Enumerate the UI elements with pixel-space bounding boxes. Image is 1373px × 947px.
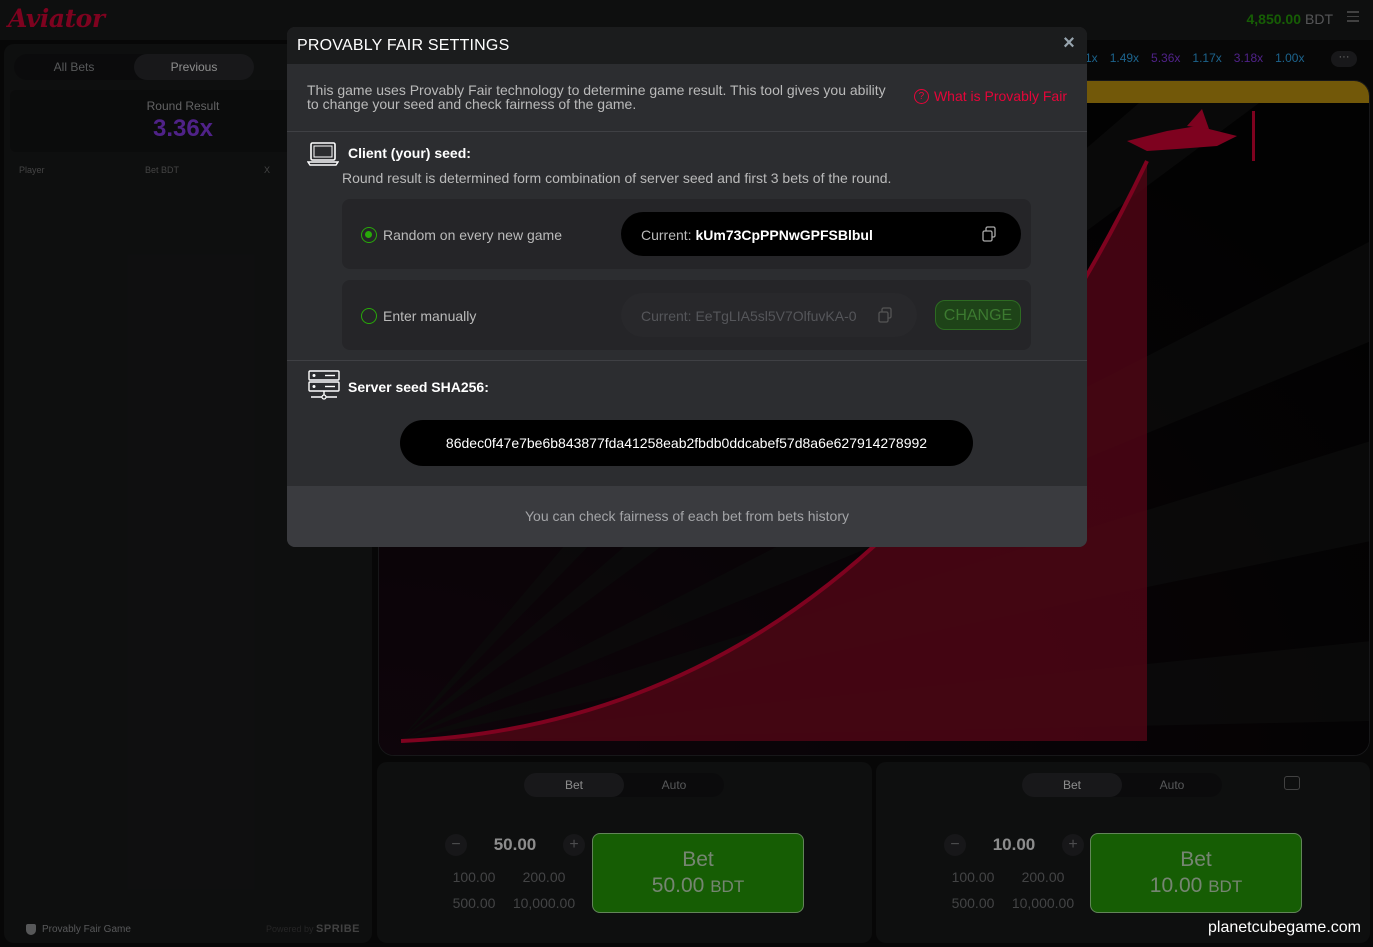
random-seed-option[interactable]: Random on every new game Current: kUm73C… xyxy=(342,199,1031,269)
provably-fair-modal: PROVABLY FAIR SETTINGS × This game uses … xyxy=(287,27,1087,547)
client-seed-title: Client (your) seed: xyxy=(348,145,471,161)
manual-seed-input[interactable]: Current: EeTgLIA5sl5V7OlfuvKA-0 xyxy=(621,293,917,337)
aviator-app: Aviator 4,850.00 BDT All Bets Previous Ro… xyxy=(0,0,1373,947)
current-client-seed-value: kUm73CpPPNwGPFSBlbul xyxy=(695,227,873,243)
laptop-icon xyxy=(307,142,339,166)
server-seed-hash: 86dec0f47e7be6b843877fda41258eab2fbdb0dd… xyxy=(400,420,973,466)
modal-footer: You can check fairness of each bet from … xyxy=(287,486,1087,547)
what-is-provably-fair-link[interactable]: ? What is Provably Fair xyxy=(913,88,1067,104)
divider xyxy=(287,360,1087,361)
close-icon[interactable]: × xyxy=(1061,33,1077,53)
what-is-provably-fair-label: What is Provably Fair xyxy=(933,88,1067,104)
copy-icon[interactable] xyxy=(981,226,997,242)
manual-seed-radio[interactable] xyxy=(361,308,377,324)
watermark: planetcubegame.com xyxy=(1208,919,1361,936)
random-seed-radio[interactable] xyxy=(361,227,377,243)
divider xyxy=(287,131,1087,132)
manual-seed-label: Enter manually xyxy=(383,308,477,324)
manual-seed-option[interactable]: Enter manually Current: EeTgLIA5sl5V7Olf… xyxy=(342,280,1031,350)
server-seed-title: Server seed SHA256: xyxy=(348,379,489,395)
modal-title: PROVABLY FAIR SETTINGS xyxy=(297,37,510,54)
manual-seed-value: EeTgLIA5sl5V7OlfuvKA-0 xyxy=(695,308,857,324)
server-icon xyxy=(308,370,340,400)
current-prefix: Current: xyxy=(641,227,692,243)
current-client-seed-field: Current: kUm73CpPPNwGPFSBlbul xyxy=(621,212,1021,256)
change-seed-button[interactable]: CHANGE xyxy=(935,300,1021,330)
current-prefix: Current: xyxy=(641,308,692,324)
question-icon: ? xyxy=(913,88,929,104)
modal-header: PROVABLY FAIR SETTINGS × xyxy=(287,27,1087,64)
client-seed-description: Round result is determined form combinat… xyxy=(342,170,892,186)
intro-text: This game uses Provably Fair technology … xyxy=(307,82,886,112)
copy-icon[interactable] xyxy=(877,307,893,323)
random-seed-label: Random on every new game xyxy=(383,227,562,243)
